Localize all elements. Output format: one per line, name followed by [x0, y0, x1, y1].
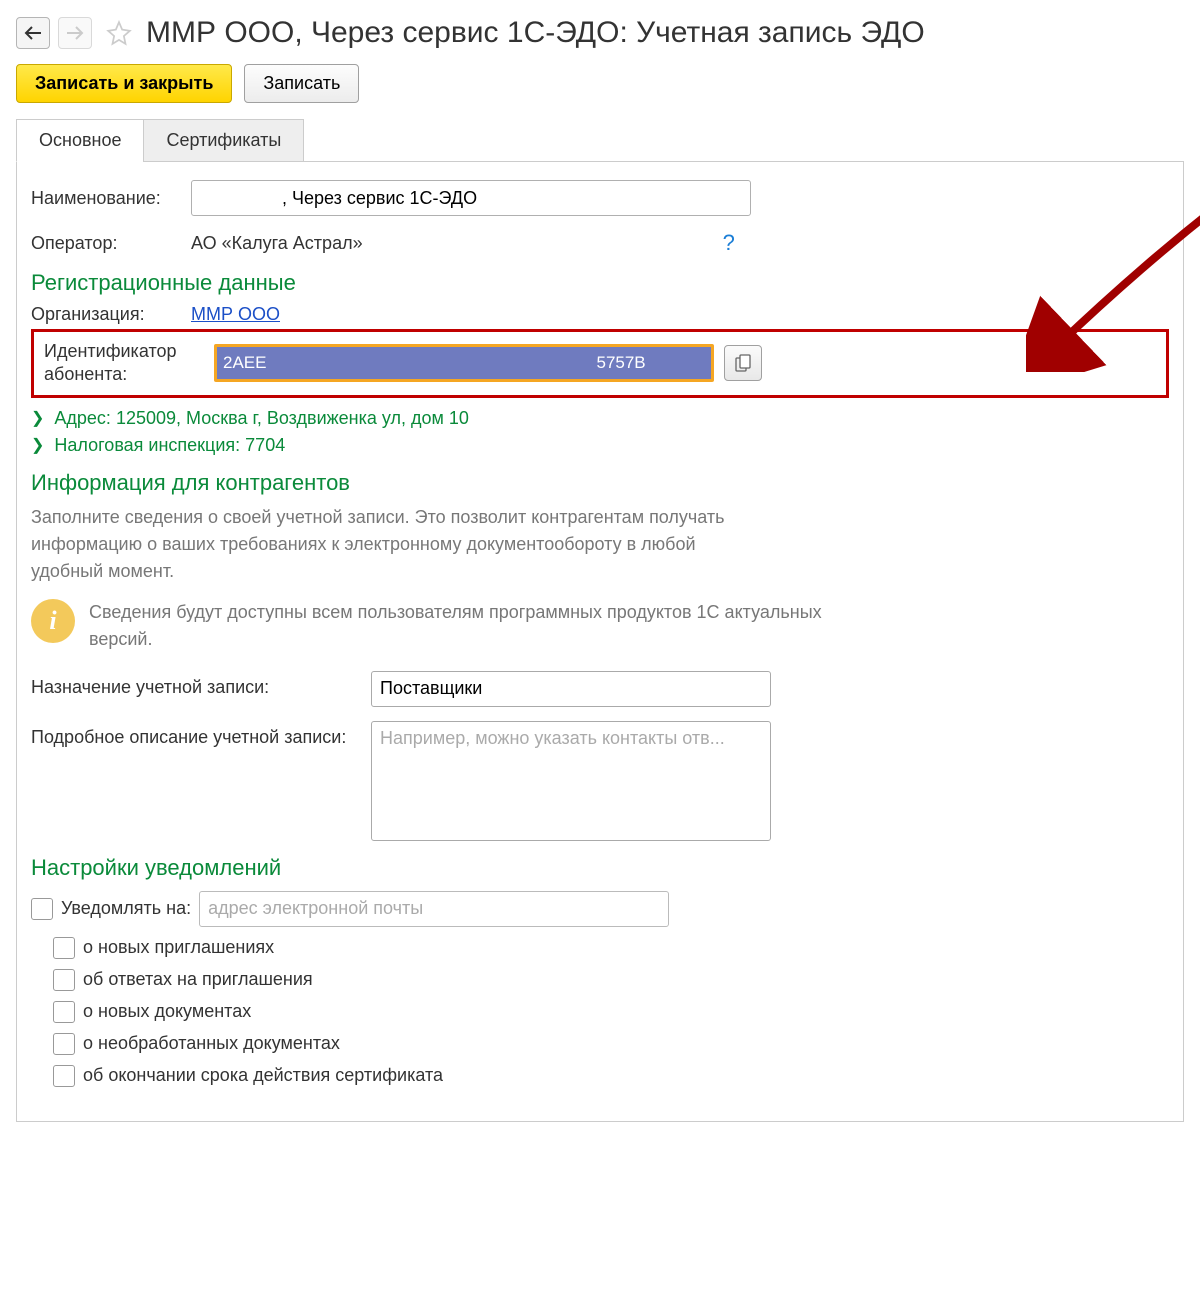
detail-label: Подробное описание учетной записи:	[31, 721, 371, 748]
info-note: Сведения будут доступны всем пользовател…	[89, 599, 829, 653]
chevron-right-icon: ❯	[31, 435, 44, 455]
chevron-right-icon: ❯	[31, 408, 44, 428]
operator-value: АО «Калуга Астрал»	[191, 233, 363, 254]
subscriber-id-left: 2AEE	[223, 353, 266, 373]
tab-content: Наименование: Оператор: АО «Калуга Астра…	[16, 162, 1184, 1122]
check-invite-replies-label: об ответах на приглашения	[83, 969, 313, 990]
tax-expand-row[interactable]: ❯ Налоговая инспекция: 7704	[31, 435, 1169, 456]
save-button[interactable]: Записать	[244, 64, 359, 103]
organization-label: Организация:	[31, 304, 191, 325]
favorite-star-icon[interactable]	[104, 18, 134, 48]
check-new-docs[interactable]	[53, 1001, 75, 1023]
subscriber-id-field[interactable]: 2AEE 5757B	[214, 344, 714, 382]
save-and-close-button[interactable]: Записать и закрыть	[16, 64, 232, 103]
registration-heading: Регистрационные данные	[31, 270, 1169, 296]
check-new-invites[interactable]	[53, 937, 75, 959]
notify-email-input[interactable]	[199, 891, 669, 927]
subscriber-id-label-l2: абонента:	[44, 364, 127, 384]
purpose-input[interactable]	[371, 671, 771, 707]
nav-back-button[interactable]	[16, 17, 50, 49]
notify-on-label: Уведомлять на:	[61, 898, 191, 919]
info-icon: i	[31, 599, 75, 643]
tab-main[interactable]: Основное	[16, 119, 144, 162]
check-invite-replies[interactable]	[53, 969, 75, 991]
subscriber-id-label-l1: Идентификатор	[44, 341, 177, 361]
check-cert-expiry-label: об окончании срока действия сертификата	[83, 1065, 443, 1086]
subscriber-id-right: 5757B	[596, 353, 645, 373]
organization-link[interactable]: ММР ООО	[191, 304, 280, 325]
purpose-label: Назначение учетной записи:	[31, 671, 371, 698]
notify-heading: Настройки уведомлений	[31, 855, 1169, 881]
subscriber-id-highlight: Идентификатор абонента: 2AEE 5757B	[31, 329, 1169, 398]
check-unprocessed-docs-label: о необработанных документах	[83, 1033, 340, 1054]
detail-textarea[interactable]	[371, 721, 771, 841]
counterparty-desc: Заполните сведения о своей учетной запис…	[31, 504, 771, 585]
address-expand-row[interactable]: ❯ Адрес: 125009, Москва г, Воздвиженка у…	[31, 408, 1169, 429]
name-label: Наименование:	[31, 188, 191, 209]
counterparty-heading: Информация для контрагентов	[31, 470, 1169, 496]
address-text: Адрес: 125009, Москва г, Воздвиженка ул,…	[54, 408, 469, 429]
check-unprocessed-docs[interactable]	[53, 1033, 75, 1055]
operator-help-icon[interactable]: ?	[723, 230, 735, 256]
name-input[interactable]	[191, 180, 751, 216]
check-new-docs-label: о новых документах	[83, 1001, 251, 1022]
tax-text: Налоговая инспекция: 7704	[54, 435, 285, 456]
operator-label: Оператор:	[31, 233, 191, 254]
nav-forward-button[interactable]	[58, 17, 92, 49]
copy-id-button[interactable]	[724, 345, 762, 381]
page-title: ММР ООО, Через сервис 1С-ЭДО: Учетная за…	[146, 16, 925, 50]
notify-on-checkbox[interactable]	[31, 898, 53, 920]
subscriber-id-label: Идентификатор абонента:	[44, 340, 204, 387]
check-new-invites-label: о новых приглашениях	[83, 937, 274, 958]
tab-certificates[interactable]: Сертификаты	[143, 119, 304, 162]
check-cert-expiry[interactable]	[53, 1065, 75, 1087]
